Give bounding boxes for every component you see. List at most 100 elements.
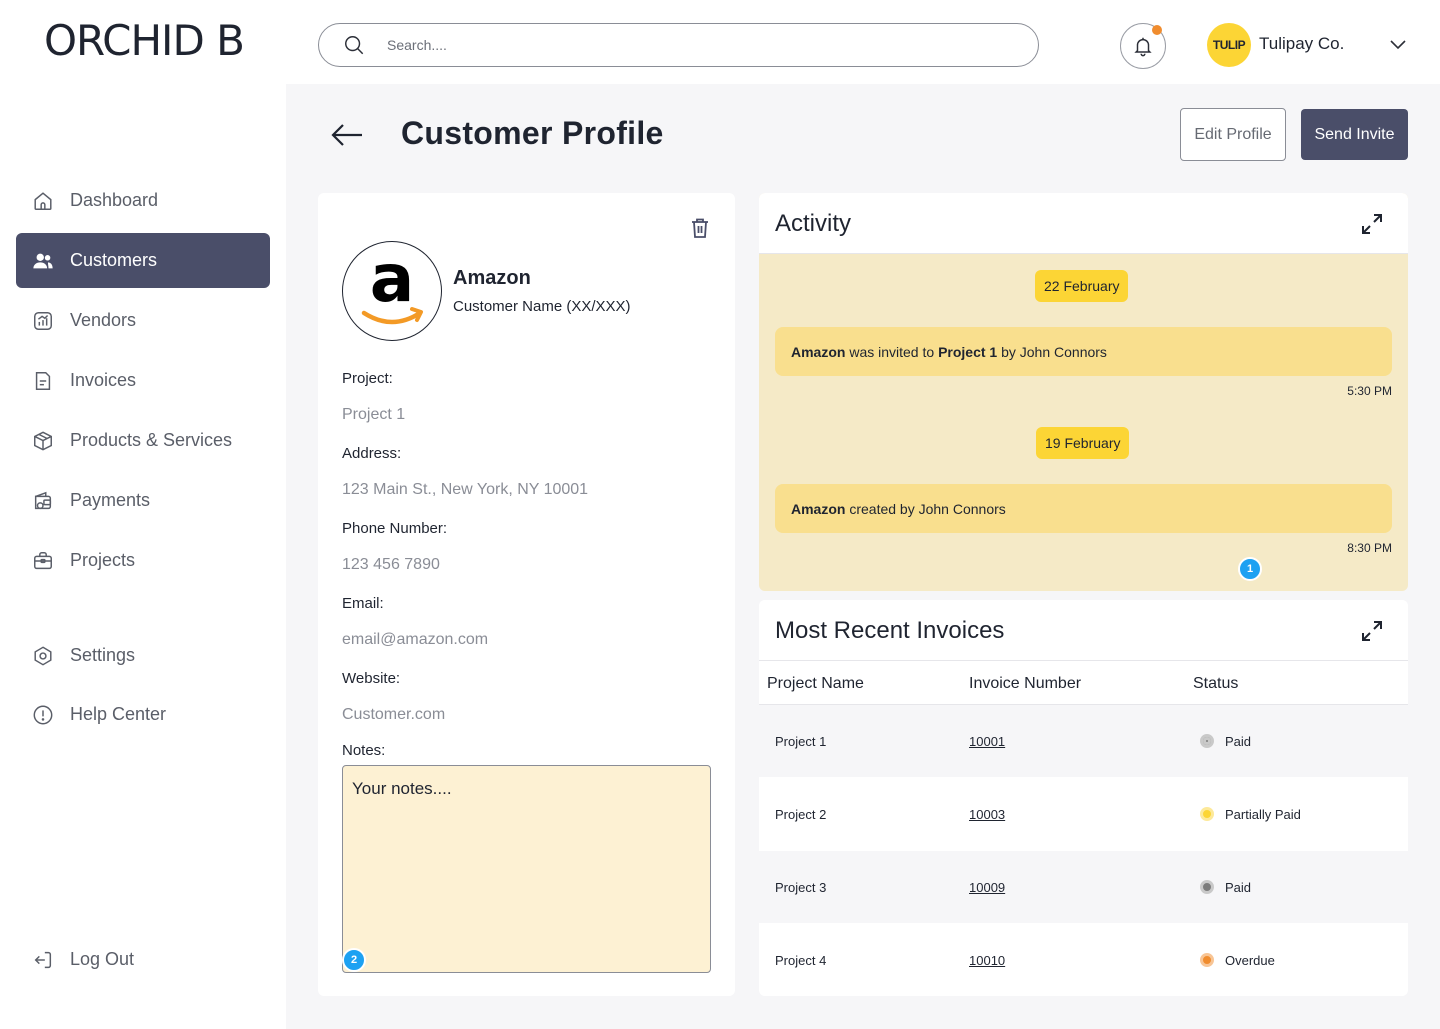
notes-label: Notes: xyxy=(342,742,386,759)
svg-text:a: a xyxy=(370,251,415,317)
notifications-button[interactable] xyxy=(1120,23,1166,69)
profile-card: a Amazon Customer Name (XX/XXX) Project:… xyxy=(318,193,735,996)
logout-button[interactable]: Log Out xyxy=(16,932,270,987)
status-cell: Paid xyxy=(1225,880,1252,895)
bell-icon xyxy=(1134,37,1152,57)
sidebar-item-products-services[interactable]: Products & Services xyxy=(16,413,270,468)
activity-title: Activity xyxy=(775,210,852,237)
chart-icon xyxy=(34,311,52,330)
sidebar-item-label: Payments xyxy=(70,490,151,510)
sidebar-item-customers[interactable]: Customers xyxy=(16,233,270,288)
status-cell: Paid xyxy=(1225,734,1252,749)
back-arrow-icon[interactable] xyxy=(330,122,364,148)
app-logo[interactable]: ORCHID B xyxy=(44,16,245,65)
logout-label: Log Out xyxy=(70,949,135,969)
project-cell: Project 2 xyxy=(775,807,827,822)
invoice-number-link[interactable]: 10009 xyxy=(969,880,1005,895)
page-title: Customer Profile xyxy=(401,115,664,151)
trash-icon[interactable] xyxy=(690,217,710,239)
top-bar: ORCHID B TULIP Tulipay Co. xyxy=(0,0,1440,84)
invoice-number-link[interactable]: 10003 xyxy=(969,807,1005,822)
activity-text: was invited to xyxy=(845,343,939,360)
project-label: Project: xyxy=(342,370,393,387)
website-label: Website: xyxy=(342,670,401,687)
expand-icon[interactable] xyxy=(1360,212,1384,236)
phone-value: 123 456 7890 xyxy=(342,556,440,573)
users-icon xyxy=(33,253,53,268)
activity-time: 8:30 PM xyxy=(1347,541,1392,555)
sidebar-item-label: Projects xyxy=(70,550,136,570)
sidebar-item-label: Vendors xyxy=(70,310,137,330)
sidebar-item-dashboard[interactable]: Dashboard xyxy=(16,173,270,228)
notes-badge: 2 xyxy=(342,948,366,972)
customer-logo: a xyxy=(342,241,442,341)
briefcase-icon xyxy=(34,551,52,569)
sidebar-item-label: Products & Services xyxy=(70,430,233,450)
company-name[interactable]: Tulipay Co. xyxy=(1259,34,1344,54)
project-cell: Project 3 xyxy=(775,880,827,895)
project-cell: Project 4 xyxy=(775,953,827,968)
sidebar-item-vendors[interactable]: Vendors xyxy=(16,293,270,348)
table-row[interactable]: Project 3 10009 Paid xyxy=(759,851,1408,923)
customer-subtitle: Customer Name (XX/XXX) xyxy=(453,298,631,315)
activity-card: Activity 22 February Amazon was invited … xyxy=(759,193,1408,591)
send-invite-button[interactable]: Send Invite xyxy=(1301,109,1408,160)
sidebar-item-payments[interactable]: Payments xyxy=(16,473,270,528)
phone-label: Phone Number: xyxy=(342,520,448,537)
email-label: Email: xyxy=(342,595,384,612)
table-row[interactable]: Project 2 10003 Partially Paid xyxy=(759,778,1408,850)
sidebar-item-settings[interactable]: Settings xyxy=(16,628,270,683)
date-pill: 19 February xyxy=(1036,427,1130,459)
invoice-number-link[interactable]: 10001 xyxy=(969,734,1005,749)
box-icon xyxy=(34,430,52,451)
column-header-status[interactable]: Status xyxy=(1193,675,1238,693)
search-icon xyxy=(345,36,364,55)
status-dot xyxy=(1200,880,1214,894)
activity-text: by John Connors xyxy=(997,343,1107,360)
status-cell: Overdue xyxy=(1225,953,1275,968)
sidebar-item-label: Settings xyxy=(70,645,136,665)
search-input[interactable] xyxy=(387,37,987,53)
invoices-header: Most Recent Invoices xyxy=(759,600,1408,661)
project-value: Project 1 xyxy=(342,406,406,423)
customer-name: Amazon xyxy=(453,267,531,289)
website-value[interactable]: Customer.com xyxy=(342,706,445,724)
chevron-down-icon[interactable] xyxy=(1389,38,1407,50)
activity-text: created by John Connors xyxy=(845,500,1006,517)
help-icon xyxy=(33,705,53,724)
date-pill: 22 February xyxy=(1035,270,1129,302)
status-dot xyxy=(1200,807,1214,821)
activity-message: Amazon was invited to Project 1 by John … xyxy=(775,327,1392,376)
search-bar[interactable] xyxy=(318,23,1039,67)
activity-time: 5:30 PM xyxy=(1347,384,1392,398)
notes-textarea[interactable]: Your notes.... xyxy=(342,765,711,973)
sidebar-item-invoices[interactable]: Invoices xyxy=(16,353,270,408)
activity-actor: Amazon xyxy=(791,343,846,360)
table-row[interactable]: Project 1 10001 Paid xyxy=(759,705,1408,777)
sidebar-item-projects[interactable]: Projects xyxy=(16,533,270,588)
edit-profile-button[interactable]: Edit Profile xyxy=(1180,108,1286,161)
sidebar-item-label: Dashboard xyxy=(70,190,159,210)
home-icon xyxy=(34,191,52,210)
activity-actor: Amazon xyxy=(791,500,846,517)
activity-target: Project 1 xyxy=(938,343,998,360)
sidebar-item-help-center[interactable]: Help Center xyxy=(16,687,270,742)
table-row[interactable]: Project 4 10010 Overdue xyxy=(759,924,1408,996)
settings-icon xyxy=(34,645,52,666)
invoices-card: Most Recent Invoices Project Name Invoic… xyxy=(759,600,1408,996)
status-cell: Partially Paid xyxy=(1225,807,1301,822)
expand-icon[interactable] xyxy=(1360,619,1384,643)
document-icon xyxy=(35,371,51,390)
email-value[interactable]: email@amazon.com xyxy=(342,631,488,649)
column-header-invoice-number[interactable]: Invoice Number xyxy=(969,675,1081,693)
invoice-number-link[interactable]: 10010 xyxy=(969,953,1005,968)
activity-header: Activity xyxy=(759,193,1408,254)
column-header-project[interactable]: Project Name xyxy=(767,675,864,693)
address-value: 123 Main St., New York, NY 10001 xyxy=(342,481,589,498)
invoices-title: Most Recent Invoices xyxy=(775,617,1005,644)
company-avatar[interactable]: TULIP xyxy=(1207,23,1251,67)
sidebar-item-label: Help Center xyxy=(70,704,167,724)
address-label: Address: xyxy=(342,445,402,462)
sidebar-item-label: Invoices xyxy=(70,370,137,390)
main-content: Customer Profile Edit Profile Send Invit… xyxy=(286,84,1440,1029)
